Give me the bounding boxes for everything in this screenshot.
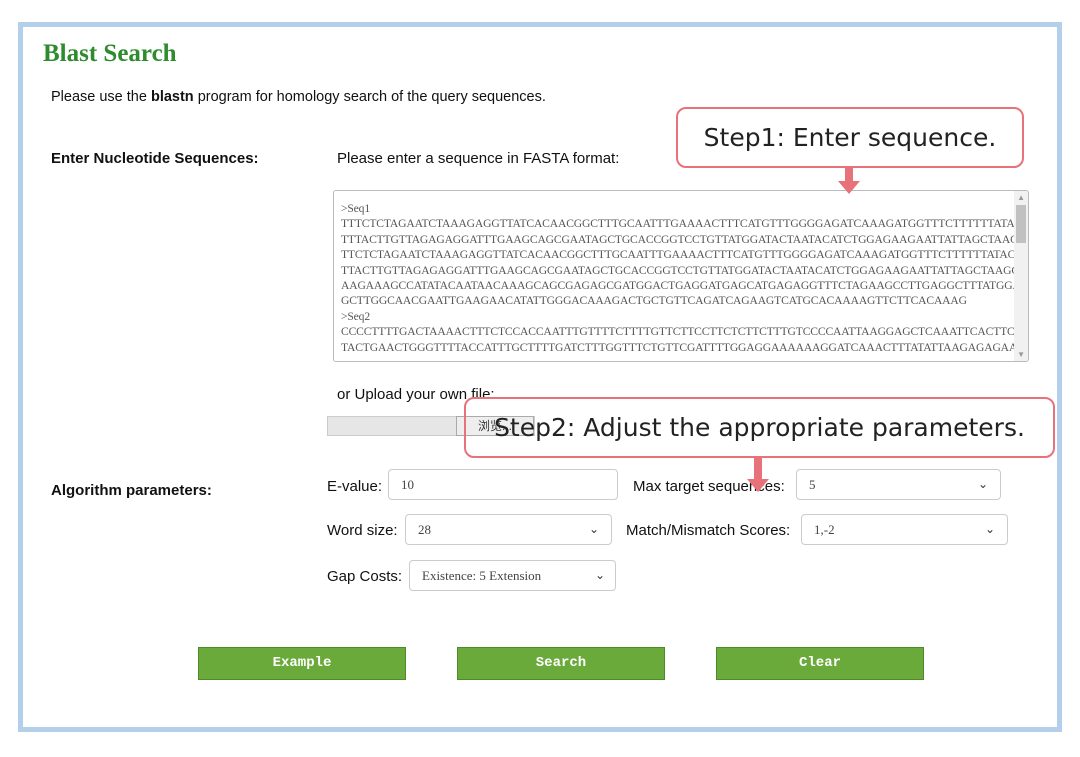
sequence-text[interactable]: >Seq1 TTTCTCTAGAATCTAAAGAGGTTATCACAACGGC… bbox=[341, 201, 1028, 355]
step2-arrow bbox=[754, 456, 762, 480]
intro-before: Please use the bbox=[51, 89, 151, 105]
scroll-up-icon[interactable]: ▲ bbox=[1017, 193, 1025, 202]
max-target-select[interactable]: 5 ⌄ bbox=[796, 469, 1001, 500]
search-button[interactable]: Search bbox=[457, 647, 665, 680]
intro-program: blastn bbox=[150, 89, 194, 105]
word-size-label: Word size: bbox=[327, 522, 398, 539]
chevron-down-icon: ⌄ bbox=[594, 568, 605, 582]
gap-costs-label: Gap Costs: bbox=[327, 568, 403, 585]
params-label: Algorithm parameters: bbox=[51, 482, 212, 499]
page-title: Blast Search bbox=[43, 40, 177, 67]
scroll-thumb[interactable] bbox=[1016, 205, 1026, 243]
step1-callout: Step1: Enter sequence. bbox=[676, 107, 1024, 168]
example-button[interactable]: Example bbox=[198, 647, 406, 680]
match-mismatch-value: 1,-2 bbox=[814, 522, 835, 537]
step2-arrow-head bbox=[747, 479, 769, 492]
clear-button[interactable]: Clear bbox=[716, 647, 924, 680]
gap-costs-select[interactable]: Existence: 5 Extension ⌄ bbox=[409, 560, 616, 591]
step1-arrow-head bbox=[838, 181, 860, 194]
gap-costs-value: Existence: 5 Extension bbox=[422, 568, 542, 583]
sequence-textarea[interactable]: >Seq1 TTTCTCTAGAATCTAAAGAGGTTATCACAACGGC… bbox=[333, 190, 1029, 362]
textarea-scrollbar[interactable]: ▲ ▼ bbox=[1014, 191, 1028, 361]
scroll-down-icon[interactable]: ▼ bbox=[1017, 350, 1025, 359]
evalue-label: E-value: bbox=[327, 478, 383, 495]
match-mismatch-select[interactable]: 1,-2 ⌄ bbox=[801, 514, 1008, 545]
intro-after: program for homology search of the query… bbox=[193, 89, 546, 105]
intro-text: Please use the blastn program for homolo… bbox=[51, 89, 546, 105]
evalue-input[interactable]: 10 bbox=[388, 469, 618, 500]
chevron-down-icon: ⌄ bbox=[977, 477, 988, 491]
chevron-down-icon: ⌄ bbox=[984, 522, 995, 536]
step1-arrow bbox=[845, 166, 853, 182]
max-target-value: 5 bbox=[809, 477, 816, 492]
sequence-prompt: Please enter a sequence in FASTA format: bbox=[337, 150, 620, 167]
word-size-select[interactable]: 28 ⌄ bbox=[405, 514, 612, 545]
match-mismatch-label: Match/Mismatch Scores: bbox=[626, 522, 791, 539]
step2-callout: Step2: Adjust the appropriate parameters… bbox=[464, 397, 1055, 458]
sequence-label: Enter Nucleotide Sequences: bbox=[51, 150, 259, 167]
chevron-down-icon: ⌄ bbox=[588, 522, 599, 536]
word-size-value: 28 bbox=[418, 522, 431, 537]
